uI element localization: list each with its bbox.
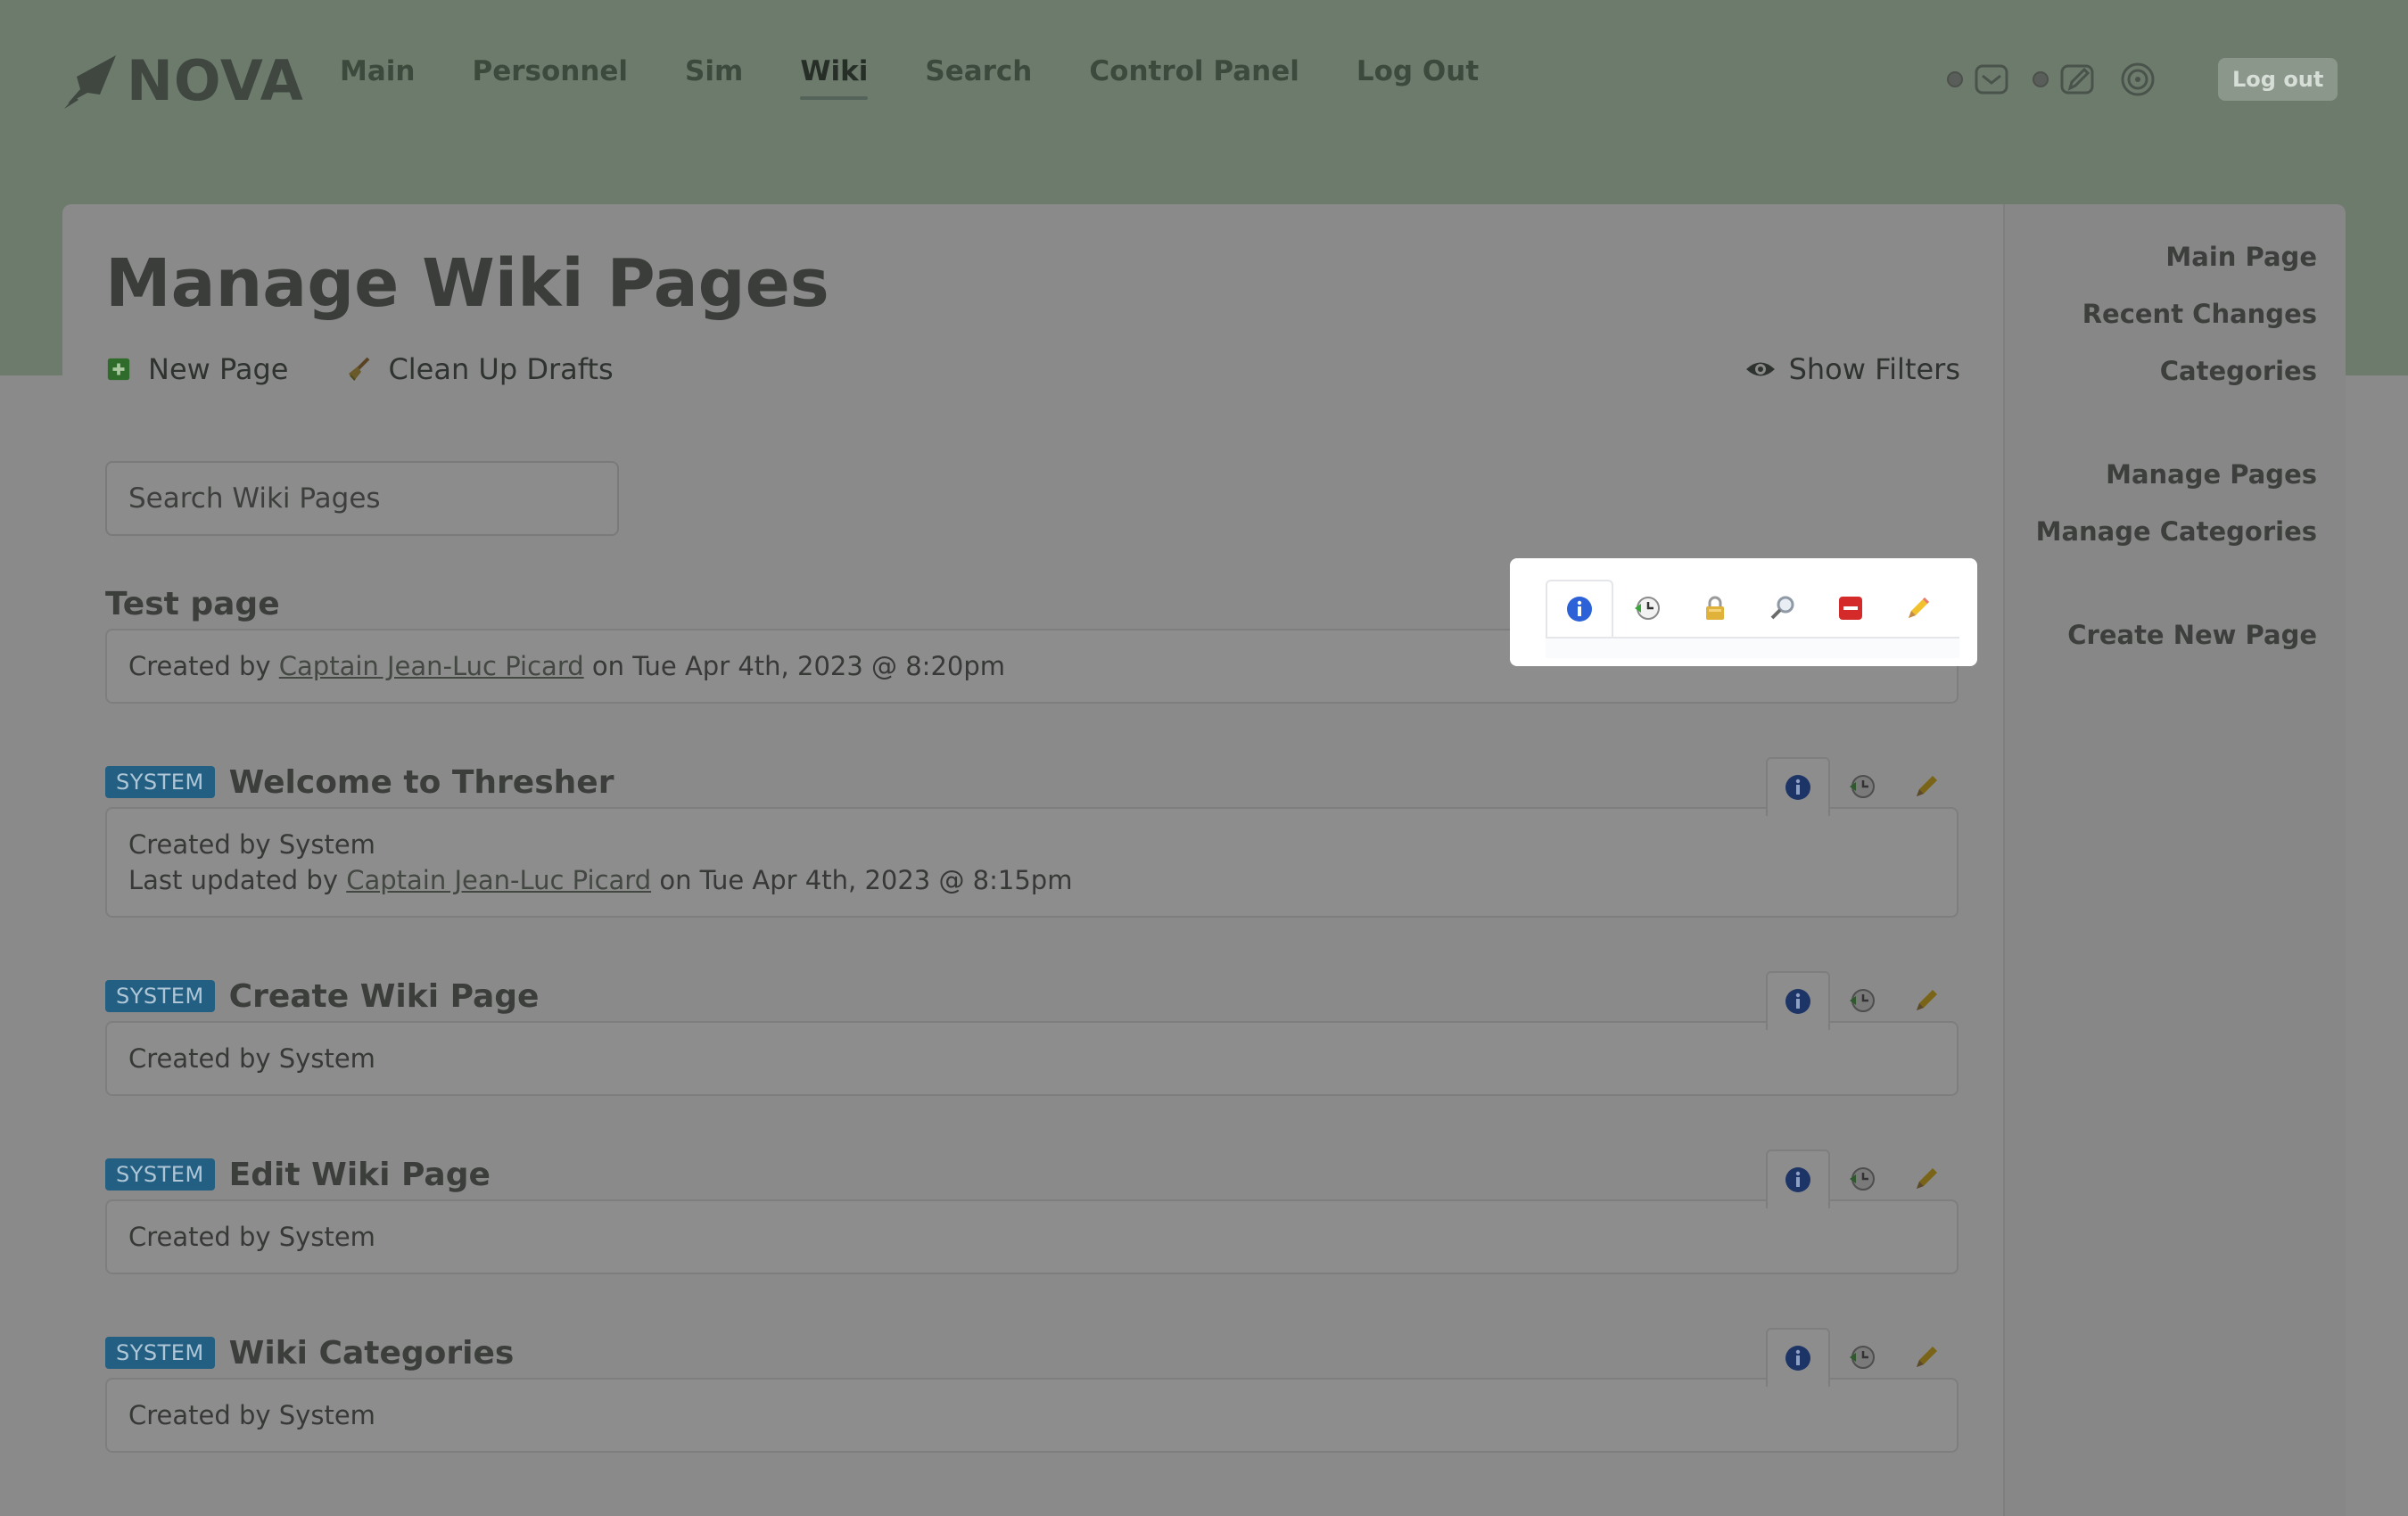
- show-filters-label: Show Filters: [1788, 352, 1960, 386]
- writing-icon[interactable]: [2058, 60, 2097, 99]
- logo-text: NOVA: [127, 48, 304, 113]
- created-by-text: Created by System: [128, 1222, 375, 1252]
- main-panel: Manage Wiki Pages New Page Clean Up Draf…: [62, 204, 2003, 1516]
- entry-title[interactable]: Welcome to Thresher: [229, 764, 614, 801]
- wiki-entry-edit-wiki-page: SYSTEM Edit Wiki Page Created by System: [105, 1149, 1959, 1274]
- delete-icon[interactable]: [1817, 580, 1884, 637]
- target-icon[interactable]: [2118, 60, 2157, 99]
- sidebar-create-new-page[interactable]: Create New Page: [2067, 620, 2317, 650]
- show-filters-button[interactable]: Show Filters: [1744, 352, 1960, 386]
- entry-meta: Created by System: [105, 1021, 1959, 1096]
- top-header: NOVA Main Personnel Sim Wiki Search Cont…: [0, 0, 2408, 161]
- clean-up-drafts-label: Clean Up Drafts: [388, 352, 614, 386]
- info-icon[interactable]: [1766, 971, 1830, 1030]
- created-by-text: Created by System: [128, 829, 375, 860]
- new-page-label: New Page: [148, 352, 289, 386]
- entry-title[interactable]: Wiki Categories: [229, 1335, 515, 1372]
- mail-icon[interactable]: [1972, 60, 2011, 99]
- created-by-text: Created by System: [128, 1400, 375, 1430]
- history-icon[interactable]: [1830, 757, 1894, 816]
- entry-tools: [1546, 580, 1952, 637]
- nav-sim[interactable]: Sim: [685, 55, 743, 100]
- author-link[interactable]: Captain Jean-Luc Picard: [346, 865, 651, 895]
- plus-icon: [105, 356, 132, 383]
- pencil-icon[interactable]: [1894, 1328, 1959, 1387]
- logout-button[interactable]: Log out: [2218, 58, 2338, 101]
- created-by-text: Created by System: [128, 1043, 375, 1074]
- highlighted-entry-tools: [1510, 558, 1977, 666]
- wiki-entry-welcome-to-thresher: SYSTEM Welcome to Thresher Created by Sy…: [105, 757, 1959, 918]
- sidebar-manage-categories[interactable]: Manage Categories: [2036, 516, 2317, 547]
- info-icon[interactable]: [1766, 1328, 1830, 1387]
- entry-header: SYSTEM Wiki Categories: [105, 1328, 1959, 1378]
- entry-meta: Created by System: [105, 1378, 1959, 1453]
- wiki-entry-wiki-categories: SYSTEM Wiki Categories Created by System: [105, 1328, 1959, 1453]
- entry-title[interactable]: Create Wiki Page: [229, 978, 540, 1015]
- history-icon[interactable]: [1830, 1149, 1894, 1208]
- entry-tools: [1766, 1149, 1959, 1208]
- system-badge: SYSTEM: [105, 766, 215, 798]
- magnifier-icon[interactable]: [1749, 580, 1817, 637]
- rocket-logo-icon: [64, 54, 116, 109]
- meta-text: on Tue Apr 4th, 2023 @ 8:15pm: [651, 865, 1073, 895]
- eye-icon: [1744, 356, 1777, 383]
- nav-log-out[interactable]: Log Out: [1357, 55, 1479, 100]
- entry-header: SYSTEM Edit Wiki Page: [105, 1149, 1959, 1199]
- pencil-icon[interactable]: [1894, 1149, 1959, 1208]
- header-tools: Log out: [1947, 57, 2338, 102]
- entry-tools: [1766, 1328, 1959, 1387]
- page-actions: New Page Clean Up Drafts: [105, 352, 671, 386]
- entry-title[interactable]: Test page: [105, 586, 280, 622]
- system-badge: SYSTEM: [105, 1337, 215, 1369]
- new-page-button[interactable]: New Page: [105, 352, 288, 386]
- clean-up-drafts-button[interactable]: Clean Up Drafts: [345, 352, 614, 386]
- history-icon[interactable]: [1613, 580, 1681, 637]
- system-badge: SYSTEM: [105, 1158, 215, 1191]
- entry-header: SYSTEM Welcome to Thresher: [105, 757, 1959, 807]
- nova-logo[interactable]: NOVA: [61, 48, 304, 113]
- status-dot: [2033, 71, 2049, 87]
- entry-title[interactable]: Edit Wiki Page: [229, 1157, 491, 1193]
- search-input[interactable]: [105, 461, 619, 536]
- status-dot: [1947, 71, 1963, 87]
- lock-icon[interactable]: [1681, 580, 1749, 637]
- pencil-icon[interactable]: [1894, 971, 1959, 1030]
- sidebar-recent-changes[interactable]: Recent Changes: [2082, 299, 2317, 329]
- nav-control-panel[interactable]: Control Panel: [1089, 55, 1299, 100]
- sidebar-main-page[interactable]: Main Page: [2165, 242, 2317, 272]
- wiki-sidebar: Main Page Recent Changes Categories Mana…: [2003, 204, 2346, 1516]
- history-icon[interactable]: [1830, 971, 1894, 1030]
- meta-text: on Tue Apr 4th, 2023 @ 8:20pm: [583, 651, 1006, 681]
- entry-header: SYSTEM Create Wiki Page: [105, 971, 1959, 1021]
- system-badge: SYSTEM: [105, 980, 215, 1012]
- wiki-entry-create-wiki-page: SYSTEM Create Wiki Page Created by Syste…: [105, 971, 1959, 1096]
- entry-tools: [1766, 971, 1959, 1030]
- info-icon[interactable]: [1546, 580, 1613, 637]
- meta-text: Last updated by: [128, 865, 347, 895]
- sidebar-manage-pages[interactable]: Manage Pages: [2106, 459, 2317, 490]
- entry-tools: [1766, 757, 1959, 816]
- meta-text: Created by: [128, 651, 279, 681]
- entry-meta: Created by System Last updated by Captai…: [105, 807, 1959, 918]
- nav-search[interactable]: Search: [925, 55, 1032, 100]
- page-title: Manage Wiki Pages: [105, 245, 829, 322]
- pencil-icon[interactable]: [1894, 757, 1959, 816]
- nav-wiki[interactable]: Wiki: [800, 55, 869, 100]
- author-link[interactable]: Captain Jean-Luc Picard: [279, 651, 584, 681]
- info-icon[interactable]: [1766, 1149, 1830, 1208]
- info-icon[interactable]: [1766, 757, 1830, 816]
- sidebar-categories[interactable]: Categories: [2160, 356, 2317, 386]
- broom-icon: [345, 356, 372, 383]
- pencil-icon[interactable]: [1884, 580, 1952, 637]
- history-icon[interactable]: [1830, 1328, 1894, 1387]
- nav-personnel[interactable]: Personnel: [472, 55, 628, 100]
- entry-meta: Created by System: [105, 1199, 1959, 1274]
- nav-main[interactable]: Main: [340, 55, 415, 100]
- main-nav: Main Personnel Sim Wiki Search Control P…: [340, 55, 1536, 100]
